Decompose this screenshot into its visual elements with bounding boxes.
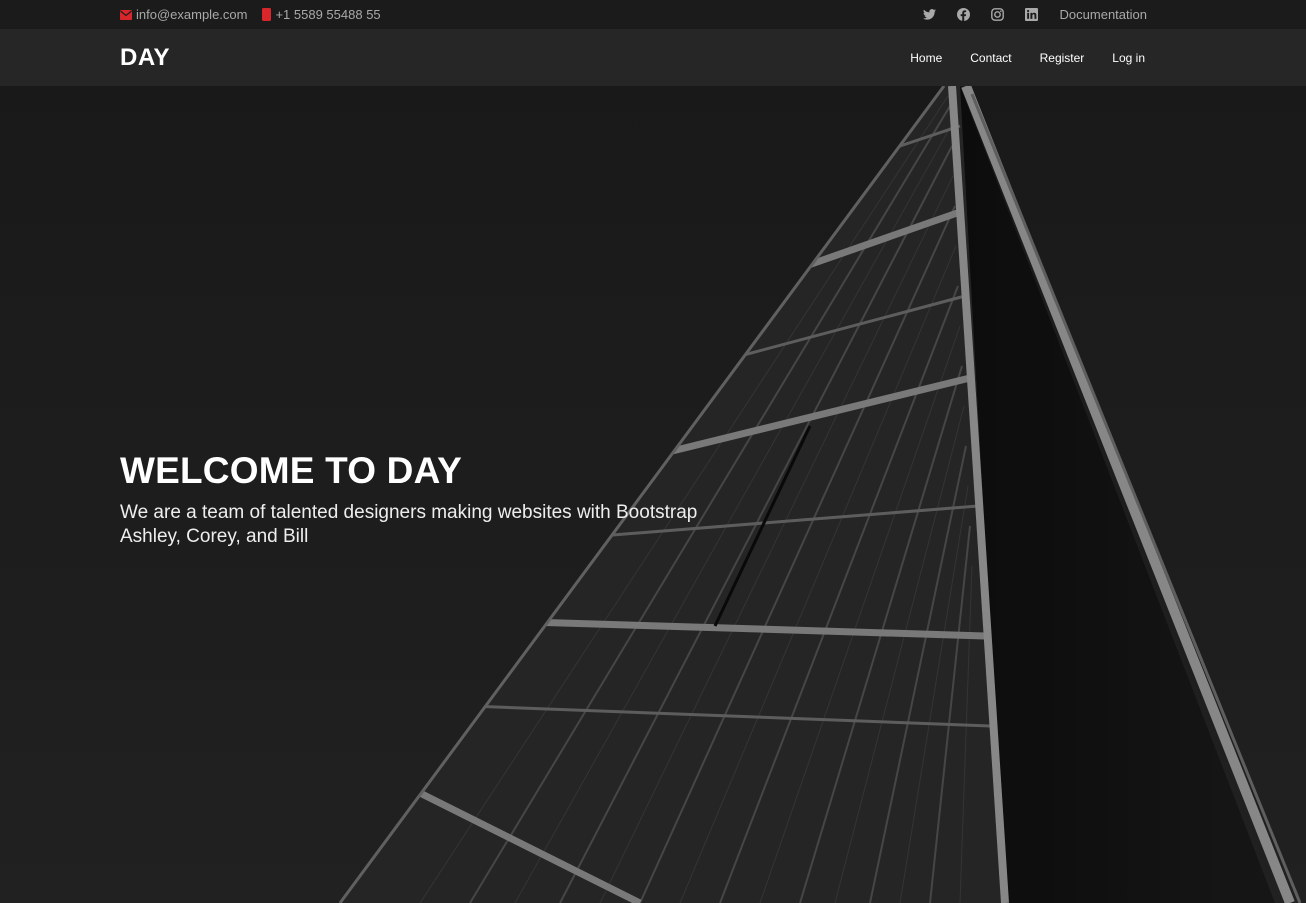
site-header: DAY Home Contact Register Log in [0, 29, 1306, 86]
phone-icon [262, 8, 272, 21]
nav-login[interactable]: Log in [1112, 51, 1145, 65]
phone-text: +1 5589 55488 55 [275, 7, 381, 22]
linkedin-icon[interactable] [1025, 8, 1039, 22]
social-links: Documentation [923, 0, 1147, 29]
instagram-icon[interactable] [991, 8, 1005, 22]
hero-title: WELCOME TO DAY [120, 450, 462, 491]
envelope-icon [120, 9, 132, 20]
documentation-link[interactable]: Documentation [1060, 7, 1147, 22]
phone-contact[interactable]: +1 5589 55488 55 [262, 7, 381, 22]
main-nav: Home Contact Register Log in [882, 29, 1145, 86]
nav-register[interactable]: Register [1040, 51, 1085, 65]
site-logo[interactable]: DAY [120, 44, 170, 72]
hero-subtitle: We are a team of talented designers maki… [120, 501, 820, 549]
top-bar: info@example.com +1 5589 55488 55 Docume… [0, 0, 1306, 29]
email-contact[interactable]: info@example.com [120, 7, 247, 22]
contact-info: info@example.com +1 5589 55488 55 [120, 0, 381, 29]
nav-home[interactable]: Home [910, 51, 942, 65]
twitter-icon[interactable] [923, 8, 937, 22]
hero-subtitle-line-2: Ashley, Corey, and Bill [120, 526, 309, 547]
hero-subtitle-line-1: We are a team of talented designers maki… [120, 502, 698, 523]
facebook-icon[interactable] [957, 8, 971, 22]
email-text: info@example.com [136, 7, 248, 22]
hero-section: WELCOME TO DAY We are a team of talented… [0, 86, 1306, 903]
hero-background-image [0, 86, 1306, 903]
nav-contact[interactable]: Contact [970, 51, 1011, 65]
